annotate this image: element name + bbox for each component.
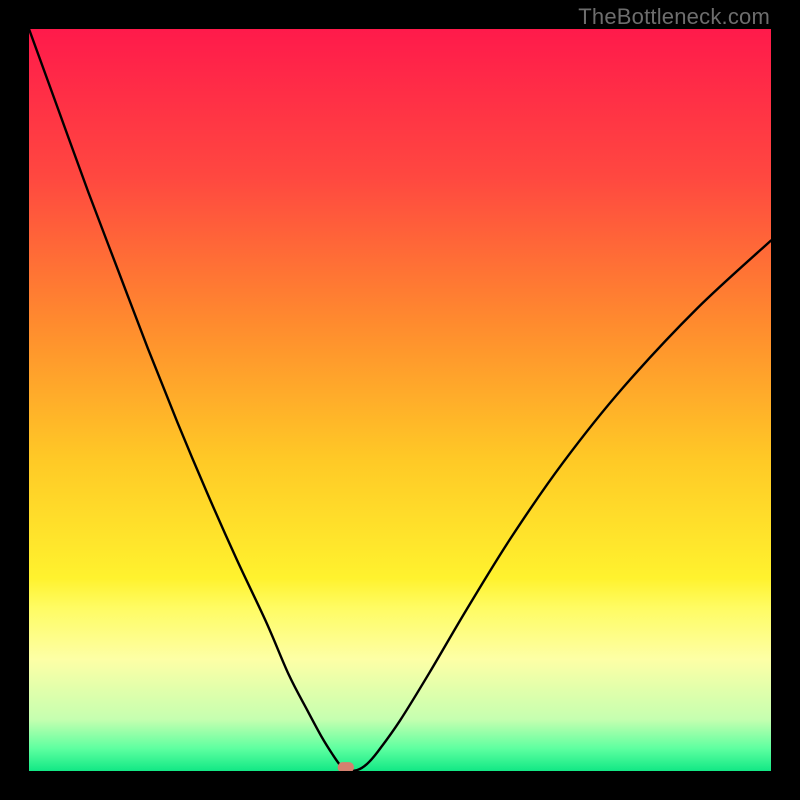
plot-area — [29, 29, 771, 771]
watermark-text: TheBottleneck.com — [578, 4, 770, 30]
gradient-background — [29, 29, 771, 771]
optimal-marker — [338, 762, 354, 771]
chart-frame: TheBottleneck.com — [0, 0, 800, 800]
chart-canvas — [29, 29, 771, 771]
